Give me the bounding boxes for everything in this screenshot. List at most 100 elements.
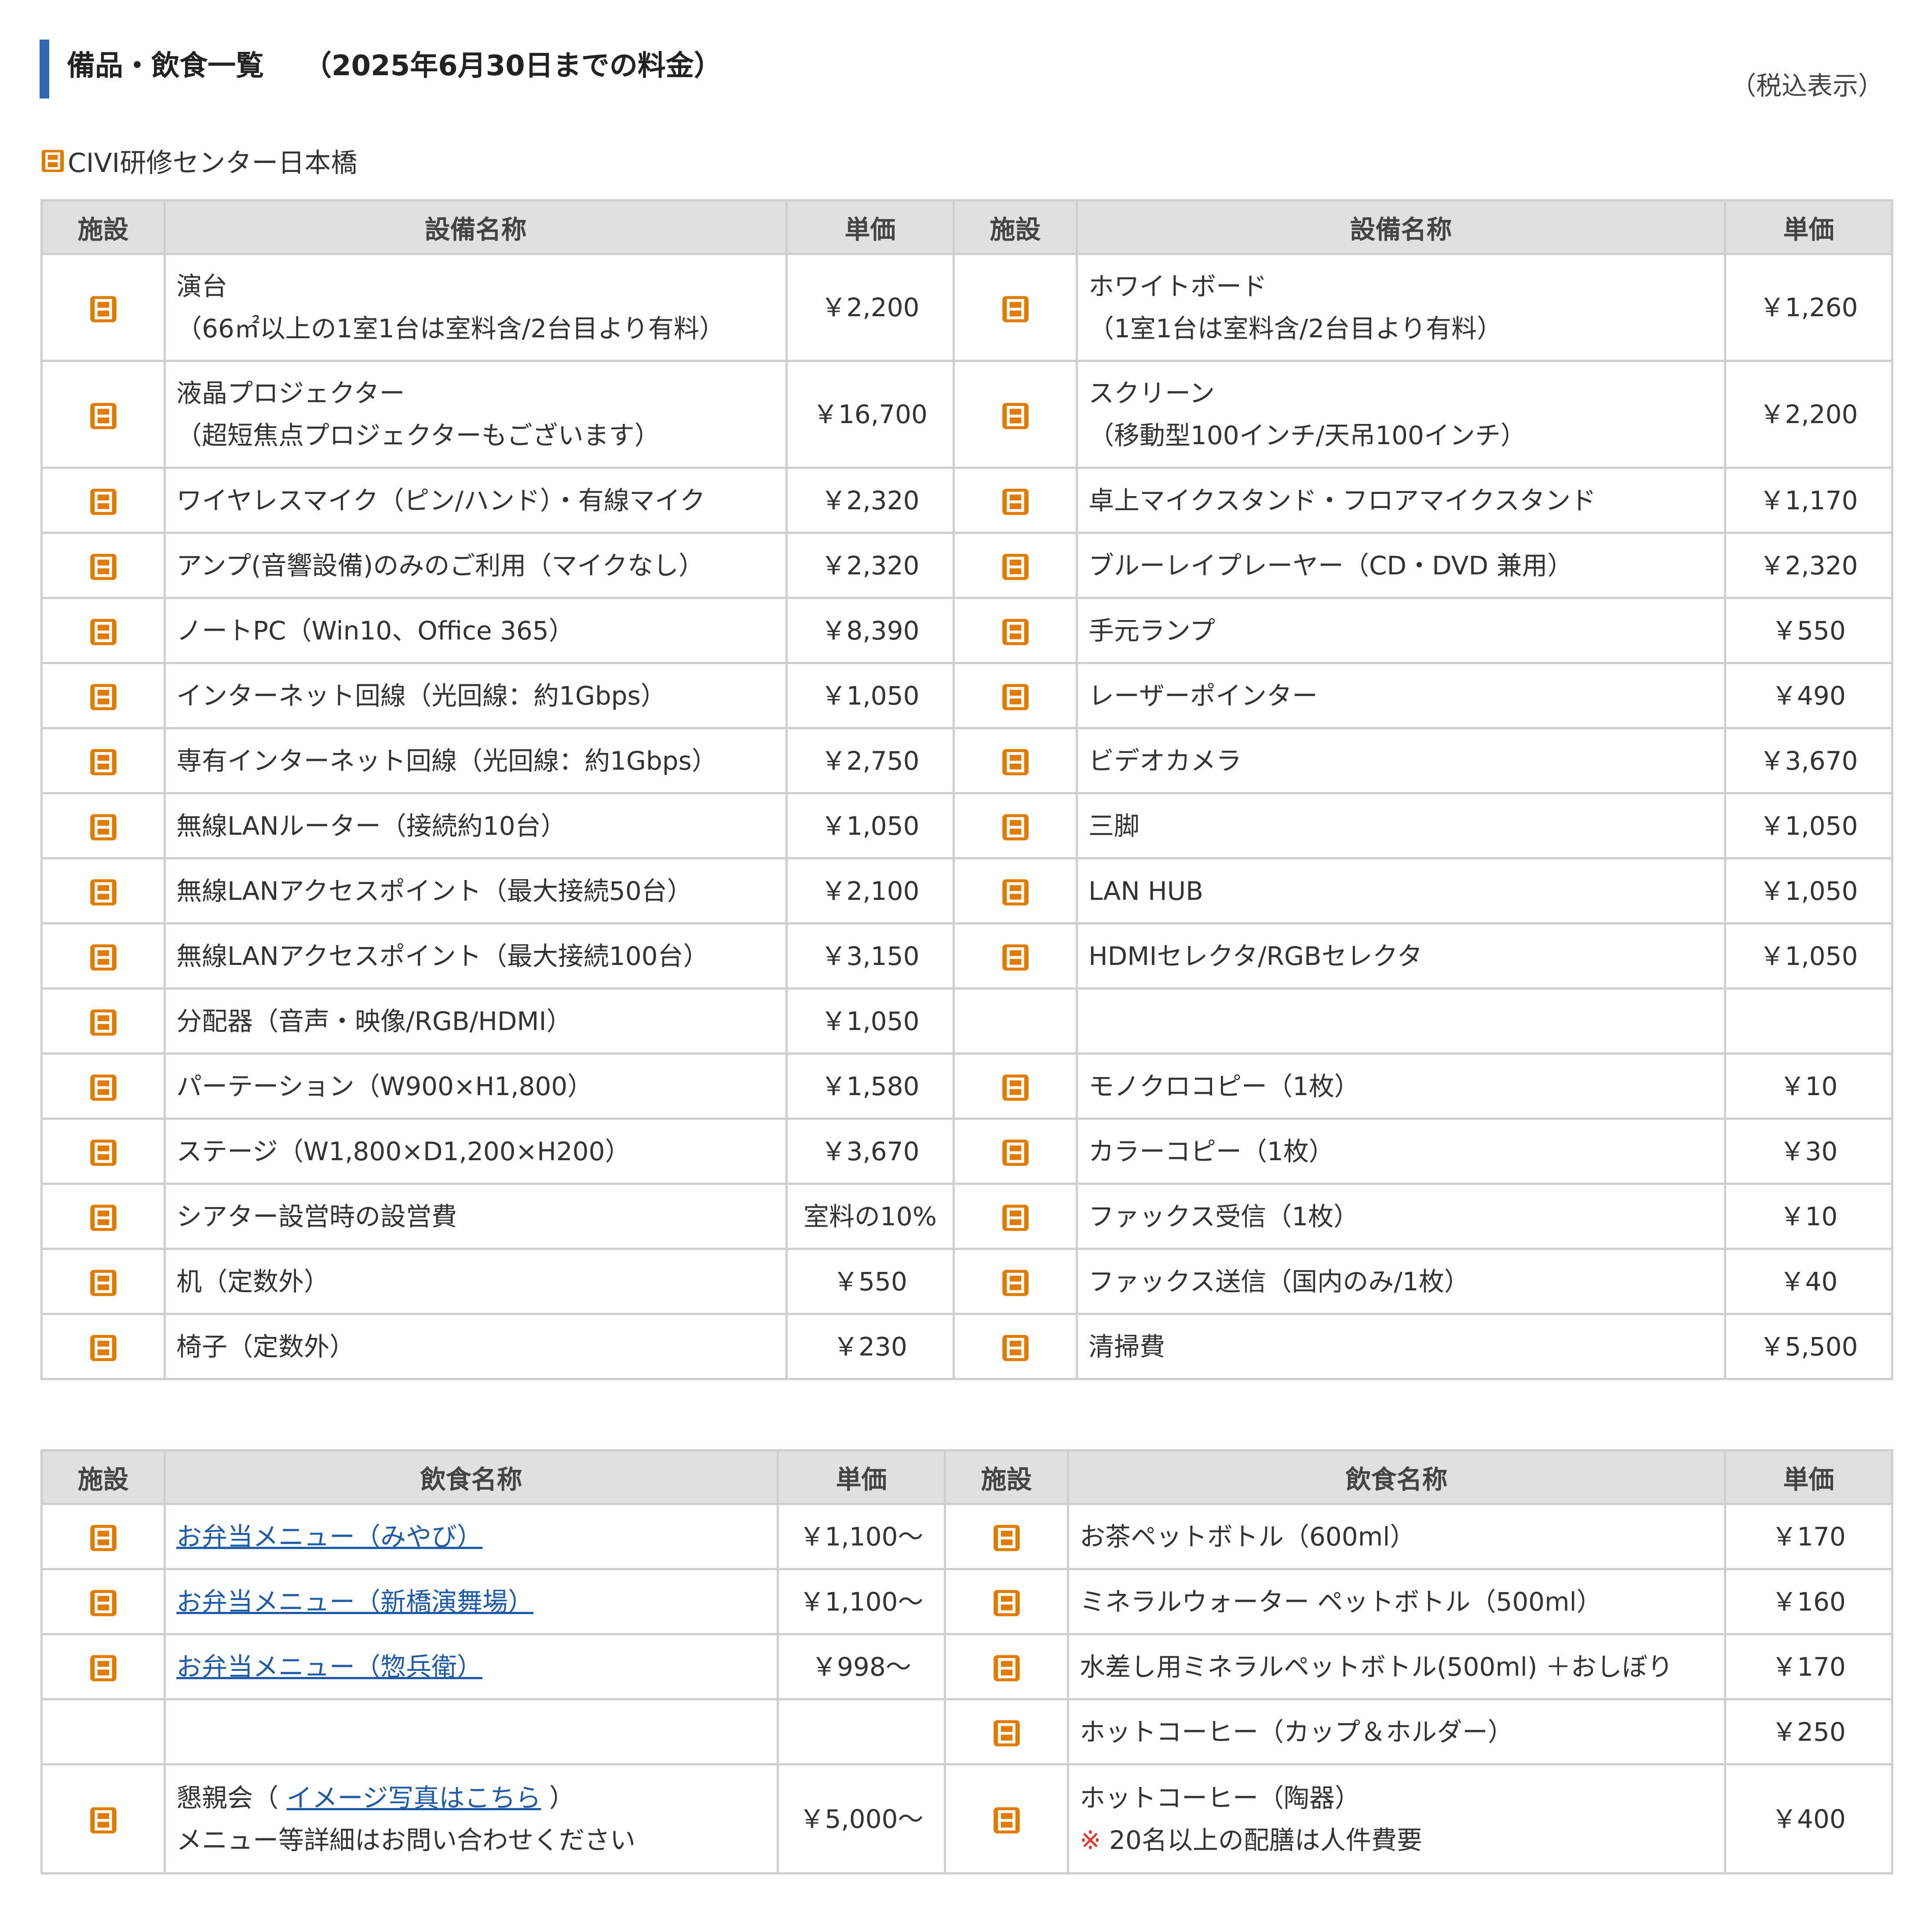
item-price: ￥2,320	[821, 550, 920, 581]
food-table: 施設 飲食名称 単価 施設 飲食名称 単価 お弁当メニュー（みやび） ￥1,100…	[40, 1449, 1893, 1874]
item-subtext: （超短焦点プロジェクターもございます）	[176, 420, 660, 450]
item-price: ￥2,100	[821, 876, 920, 906]
table-row: 無線LANアクセスポイント（最大接続50台） ￥2,100 LAN HUB ￥1,05…	[40, 857, 1893, 924]
menu-link[interactable]: お弁当メニュー（みやび）	[176, 1522, 482, 1552]
item-name-cell: カラーコピー（1枚）	[1076, 1118, 1726, 1185]
item-name: レーザーポインター	[1088, 680, 1318, 711]
page-title: 備品・飲食一覧 （2025年6月30日までの料金）	[67, 42, 722, 90]
item-name: ノートPC（Win10、Office 365）	[176, 615, 574, 646]
facility-nihonbashi-icon	[1002, 296, 1029, 322]
facility-nihonbashi-icon	[1002, 1205, 1029, 1231]
item-name: ホットコーヒー（カップ＆ホルダー）	[1080, 1717, 1514, 1747]
header-price: 単価	[1724, 1449, 1893, 1505]
item-price-cell: ￥8,390	[785, 597, 955, 664]
item-name-line: 液晶プロジェクター	[176, 372, 775, 414]
item-price-cell: ￥2,320	[1724, 532, 1893, 599]
table-row: アンプ(音響設備)のみのご利用（マイクなし） ￥2,320 ブルーレイプレーヤー（C…	[40, 532, 1893, 599]
item-price: ￥2,200	[1759, 399, 1858, 429]
table-row: シアター設営時の設営費 室料の10% ファックス受信（1枚） ￥10	[40, 1183, 1893, 1250]
title-accent-bar	[40, 40, 49, 99]
facility-nihonbashi-icon	[90, 1140, 117, 1166]
item-name-cell: 三脚	[1076, 792, 1726, 859]
item-name-cell	[164, 1698, 779, 1765]
item-price-cell: ￥1,050	[785, 987, 955, 1055]
item-name-line: 分配器（音声・映像/RGB/HDMI）	[176, 1000, 775, 1042]
item-subtext: メニュー等詳細はお問い合わせください	[176, 1825, 636, 1855]
item-name-cell: 懇親会（ イメージ写真はこちら ） メニュー等詳細はお問い合わせください	[164, 1763, 779, 1874]
facility-nihonbashi-icon	[1002, 489, 1029, 515]
item-price-cell: ￥250	[1724, 1698, 1893, 1765]
facility-icon-cell	[944, 1568, 1069, 1635]
item-name: ファックス送信（国内のみ/1枚）	[1088, 1266, 1470, 1297]
facility-nihonbashi-icon	[90, 554, 117, 581]
item-name: 演台	[176, 271, 228, 301]
table-row: 分配器（音声・映像/RGB/HDMI） ￥1,050	[40, 987, 1893, 1055]
facility-icon-cell	[953, 1052, 1078, 1120]
note-text: 20名以上の配膳は人件費要	[1101, 1825, 1422, 1855]
table-row: 無線LANアクセスポイント（最大接続100台） ￥3,150 HDMIセレクタ/RG…	[40, 922, 1893, 990]
facility-icon-cell	[953, 1248, 1078, 1315]
menu-link[interactable]: お弁当メニュー（惣兵衛）	[176, 1652, 482, 1682]
item-name-line: 手元ランプ	[1088, 610, 1713, 652]
facility-nihonbashi-icon	[1002, 944, 1029, 971]
item-price-cell: ￥3,150	[785, 922, 955, 990]
item-price: ￥1,050	[821, 811, 920, 841]
note-mark: ※	[1080, 1825, 1101, 1855]
item-name-cell: ミネラルウォーター ペットボトル（500ml）	[1067, 1568, 1726, 1635]
table-row: お弁当メニュー（みやび） ￥1,100～ お茶ペットボトル（600ml） ￥170	[40, 1503, 1893, 1570]
header-price: 単価	[785, 199, 955, 255]
item-price-cell: ￥998～	[777, 1633, 946, 1700]
item-name: ミネラルウォーター ペットボトル（500ml）	[1080, 1586, 1602, 1617]
item-price-cell: ￥1,050	[1724, 922, 1893, 990]
menu-link[interactable]: イメージ写真はこちら	[286, 1783, 541, 1813]
item-price: ￥5,000～	[799, 1804, 924, 1834]
facility-nihonbashi-icon	[993, 1590, 1020, 1617]
facility-icon-cell	[40, 1633, 166, 1700]
item-name-cell: アンプ(音響設備)のみのご利用（マイクなし）	[164, 532, 788, 599]
item-name: パーテーション（W900×H1,800）	[176, 1071, 593, 1101]
item-name-line: お茶ペットボトル（600ml）	[1080, 1516, 1713, 1558]
item-name-line: アンプ(音響設備)のみのご利用（マイクなし）	[176, 544, 775, 587]
header-name: 設備名称	[164, 199, 788, 255]
facility-nihonbashi-icon	[90, 879, 117, 906]
item-price-cell: ￥1,050	[785, 662, 955, 729]
item-price: ￥40	[1779, 1266, 1838, 1297]
header-name: 飲食名称	[164, 1449, 779, 1505]
item-price-cell	[1724, 987, 1893, 1055]
facility-icon-cell	[40, 1698, 166, 1765]
facility-icon-cell	[40, 1052, 166, 1120]
item-name-line: ブルーレイプレーヤー（CD・DVD 兼用）	[1088, 544, 1713, 587]
item-price: ￥2,200	[821, 292, 920, 322]
facility-icon-cell	[953, 987, 1078, 1055]
menu-link[interactable]: お弁当メニュー（新橋演舞場）	[176, 1587, 533, 1617]
item-price: ￥490	[1771, 680, 1846, 711]
item-name-cell: モノクロコピー（1枚）	[1076, 1052, 1726, 1120]
item-price-cell: ￥30	[1724, 1118, 1893, 1185]
facility-icon-cell	[944, 1763, 1069, 1874]
facility-nihonbashi-icon	[1002, 619, 1029, 646]
item-price: ￥1,260	[1759, 292, 1858, 322]
item-name-cell: 椅子（定数外）	[164, 1313, 788, 1380]
item-name-line: ノートPC（Win10、Office 365）	[176, 610, 775, 652]
facility-nihonbashi-icon	[90, 1074, 117, 1101]
item-name-line: HDMIセレクタ/RGBセレクタ	[1088, 935, 1713, 977]
item-price-cell: ￥170	[1724, 1633, 1893, 1700]
item-price-cell: ￥10	[1724, 1052, 1893, 1120]
item-price-cell: ￥5,500	[1724, 1313, 1893, 1380]
facility-nihonbashi-icon	[1002, 1270, 1029, 1297]
item-name: ホットコーヒー（陶器）	[1080, 1783, 1361, 1813]
item-price: ￥3,670	[821, 1136, 920, 1166]
item-price-cell: ￥1,260	[1724, 253, 1893, 362]
item-name-cell: スクリーン （移動型100インチ/天吊100インチ）	[1076, 360, 1726, 469]
facility-nihonbashi-icon	[90, 944, 117, 971]
item-price-cell: ￥400	[1724, 1763, 1893, 1874]
item-price-cell: ￥160	[1724, 1568, 1893, 1635]
item-price-cell: ￥1,100～	[777, 1503, 946, 1570]
facility-nihonbashi-icon	[1002, 879, 1029, 906]
item-name-line: ホットコーヒー（カップ＆ホルダー）	[1080, 1711, 1713, 1753]
item-name: 卓上マイクスタンド・フロアマイクスタンド	[1088, 485, 1596, 515]
table-row: 机（定数外） ￥550 ファックス送信（国内のみ/1枚） ￥40	[40, 1248, 1893, 1315]
item-name: 清掃費	[1088, 1331, 1165, 1362]
item-name-line: お弁当メニュー（惣兵衛）	[176, 1646, 766, 1688]
item-name-line: ミネラルウォーター ペットボトル（500ml）	[1080, 1581, 1713, 1623]
